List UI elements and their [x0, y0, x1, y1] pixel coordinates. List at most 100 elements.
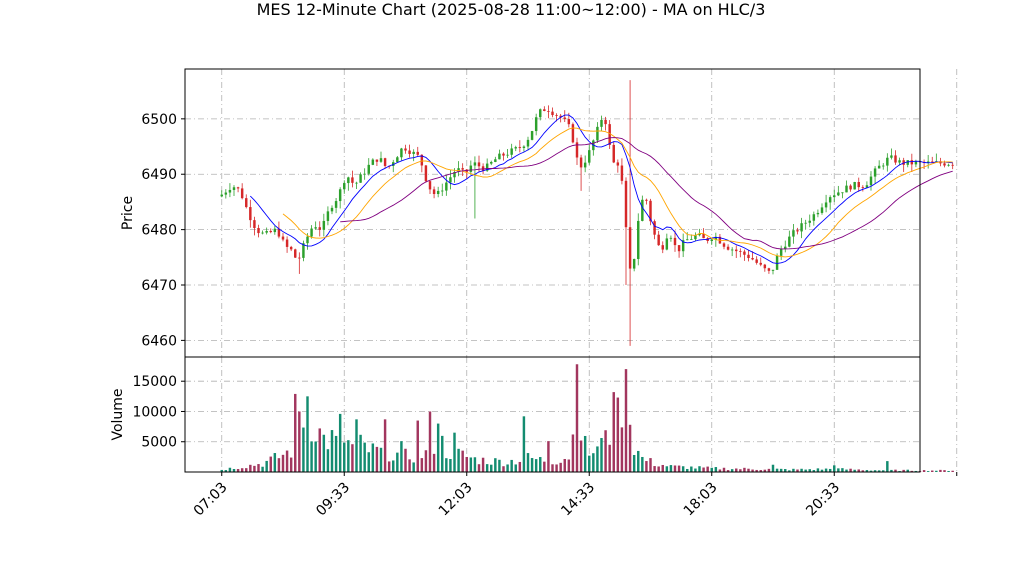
candle-body	[326, 211, 330, 221]
candle-body	[624, 180, 628, 228]
candle-body	[841, 192, 844, 194]
candle-body	[424, 165, 428, 182]
volume-axis-label: Volume	[110, 388, 126, 440]
volume-bar	[416, 420, 419, 472]
volume-bar	[567, 459, 571, 472]
candle-body	[596, 126, 599, 141]
volume-bar	[481, 457, 485, 472]
volume-bar	[931, 470, 934, 472]
volume-bar	[694, 468, 697, 472]
candle-body	[722, 243, 726, 247]
candles	[220, 80, 954, 346]
candle-body	[253, 220, 256, 228]
volume-bar	[665, 466, 669, 472]
ma-mid-line	[282, 127, 953, 258]
candle-body	[379, 158, 383, 162]
volume-bar	[539, 457, 542, 472]
candle-body	[616, 162, 620, 166]
volume-bar	[506, 464, 509, 472]
price-tick-label: 6470	[141, 278, 177, 294]
volume-bar	[886, 461, 889, 472]
volume-bar	[457, 448, 460, 472]
candle-body	[828, 197, 832, 203]
candle-body	[261, 232, 264, 234]
candle-body	[469, 165, 473, 172]
volume-bar	[833, 465, 836, 472]
volume-bar	[951, 470, 954, 472]
candle-body	[763, 264, 767, 269]
volume-bar	[392, 460, 395, 472]
candle-body	[673, 237, 677, 246]
volume-bar	[240, 468, 244, 472]
candle-body	[951, 164, 954, 166]
volume-bar	[841, 468, 844, 472]
volume-bar	[424, 450, 428, 472]
volume-bar	[530, 458, 534, 472]
volume-bar	[469, 457, 473, 472]
candle-body	[461, 168, 464, 170]
volume-bar	[735, 468, 738, 472]
candle-body	[641, 199, 644, 221]
x-tick-label: 09:33	[313, 480, 353, 520]
volume-bar	[412, 462, 415, 472]
volume-bar	[702, 467, 705, 472]
candle-body	[330, 207, 334, 212]
candle-body	[947, 164, 950, 166]
volume-bar	[710, 467, 713, 472]
candle-body	[657, 234, 660, 246]
candle-body	[506, 154, 509, 156]
candle-body	[677, 245, 681, 252]
volume-bar	[661, 464, 664, 472]
volume-bar	[445, 458, 448, 472]
candle-body	[494, 159, 497, 162]
price-tick-label: 6480	[141, 223, 177, 239]
volume-bar	[575, 364, 579, 472]
candle-body	[318, 227, 321, 230]
volume-bar	[298, 411, 301, 472]
volume-bar	[359, 434, 362, 472]
candle-body	[861, 187, 865, 188]
volume-bar	[551, 464, 554, 472]
candle-body	[400, 148, 403, 158]
candle-body	[882, 165, 885, 167]
candle-body	[310, 228, 313, 237]
candle-body	[555, 115, 558, 116]
volume-bar	[555, 464, 558, 472]
candle-body	[816, 212, 820, 215]
candle-body	[298, 257, 301, 259]
candle-body	[743, 251, 746, 255]
candle-body	[820, 207, 824, 213]
volume-bar	[571, 434, 575, 472]
volume-bar	[408, 459, 411, 472]
volume-bar	[265, 460, 268, 472]
volume-bar	[347, 440, 350, 472]
candle-body	[404, 148, 407, 151]
volume-bar	[257, 464, 260, 472]
candle-body	[877, 165, 881, 169]
volume-bar	[612, 392, 615, 472]
volume-bar	[498, 459, 501, 472]
candle-body	[428, 181, 432, 190]
volume-bar	[449, 459, 452, 472]
candle-body	[436, 190, 440, 195]
candle-body	[853, 181, 856, 190]
volume-bar	[824, 468, 828, 472]
candle-body	[792, 230, 795, 237]
volume-bar	[428, 411, 432, 472]
candle-body	[294, 249, 297, 258]
candle-body	[490, 161, 493, 164]
candle-body	[779, 249, 783, 256]
volume-bar	[338, 413, 342, 472]
volume-bar	[698, 466, 701, 472]
candle-body	[588, 150, 591, 163]
x-tick-label: 07:03	[191, 480, 231, 520]
candle-body	[943, 163, 946, 166]
candle-body	[314, 227, 317, 229]
candle-body	[661, 245, 664, 250]
volume-bar	[379, 447, 383, 472]
candle-body	[351, 177, 354, 183]
volume-bar	[637, 450, 640, 472]
candle-body	[751, 258, 754, 260]
volume-bar	[363, 442, 366, 472]
volume-bar	[559, 462, 562, 472]
